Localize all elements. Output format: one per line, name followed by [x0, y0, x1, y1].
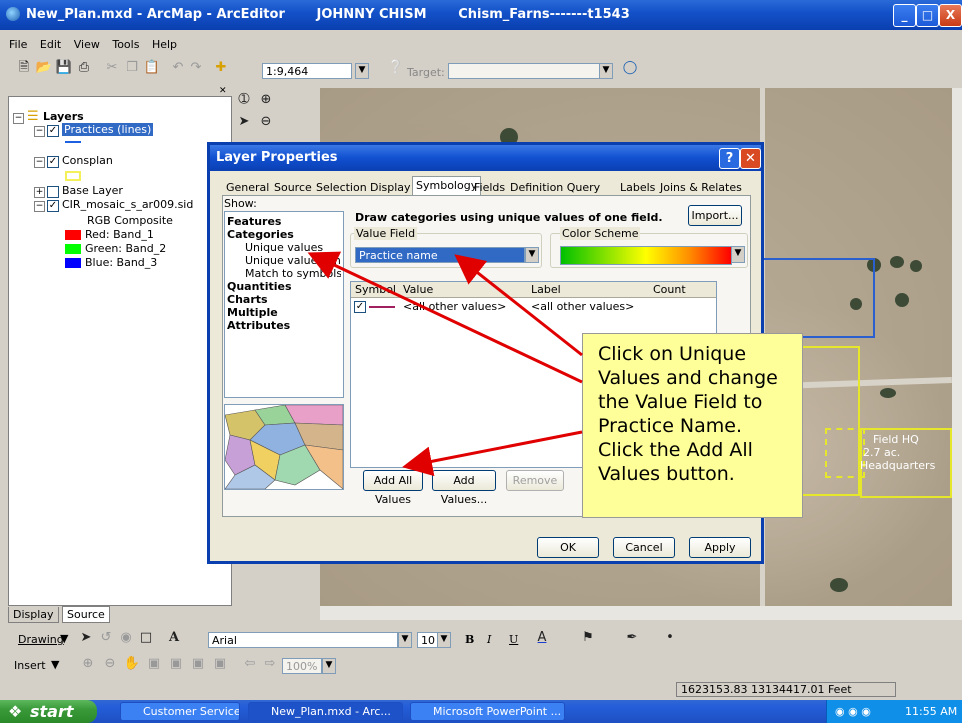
zoom-out-page-icon[interactable]: ⊖ — [100, 654, 120, 674]
arrow-to-unique-values — [307, 251, 583, 384]
font-select[interactable]: Arial — [208, 632, 398, 648]
marker-color-icon[interactable]: • — [660, 628, 680, 648]
tray-icons[interactable]: ◉ ◉ ◉ — [835, 700, 871, 723]
zoom-whole-page-icon[interactable]: ◉ — [116, 628, 136, 648]
fixed-zoom-icon[interactable]: ▣ — [188, 654, 208, 674]
layout-zoom-dropdown-icon[interactable]: ▼ — [322, 658, 336, 674]
font-size-dropdown-icon[interactable]: ▼ — [437, 632, 451, 648]
drawing-toolbar: Drawing ▼ ➤ ↺ ◉ □ A Arial ▼ 10 ▼ B I U A… — [0, 626, 962, 652]
clock: 11:55 AM — [905, 705, 958, 718]
pan-page-icon[interactable]: ✋ — [122, 654, 142, 674]
callout-arrows — [307, 251, 583, 477]
start-label: start — [30, 702, 74, 721]
rotate-icon[interactable]: ↺ — [96, 628, 116, 648]
status-bar: 1623153.83 13134417.01 Feet — [0, 681, 962, 698]
windows-taskbar: ❖ start Customer Service To... New_Plan.… — [0, 700, 962, 723]
arrow-to-value-field — [454, 254, 583, 357]
zoom-100-icon[interactable]: ▣ — [166, 654, 186, 674]
insert-menu[interactable]: Insert — [14, 659, 46, 672]
rectangle-icon[interactable]: □ — [136, 628, 156, 648]
coordinates-readout: 1623153.83 13134417.01 Feet — [676, 682, 896, 697]
font-color-icon[interactable]: A — [532, 628, 552, 648]
zoom-whole-page-layout-icon[interactable]: ▣ — [144, 654, 164, 674]
line-color-icon[interactable]: ✒ — [622, 628, 642, 648]
windows-logo-icon: ❖ — [8, 702, 23, 721]
taskbar-item-customer-service[interactable]: Customer Service To... — [120, 702, 240, 721]
drawing-menu[interactable]: Drawing — [18, 633, 64, 646]
zoom-in-page-icon[interactable]: ⊕ — [78, 654, 98, 674]
fit-page-icon[interactable]: ▣ — [210, 654, 230, 674]
arrow-to-add-all-values — [402, 430, 583, 477]
italic-button[interactable]: I — [487, 633, 491, 646]
font-dropdown-icon[interactable]: ▼ — [398, 632, 412, 648]
taskbar-item-powerpoint[interactable]: Microsoft PowerPoint ... — [410, 702, 565, 721]
layout-zoom-select[interactable]: 100% — [282, 658, 322, 674]
bold-button[interactable]: B — [465, 633, 474, 646]
back-extent-icon[interactable]: ⇦ — [240, 654, 260, 674]
insert-dropdown-icon[interactable]: ▼ — [51, 658, 59, 671]
forward-extent-icon[interactable]: ⇨ — [260, 654, 280, 674]
new-text-icon[interactable]: A — [164, 628, 184, 648]
taskbar-item-arcmap[interactable]: New_Plan.mxd - Arc... — [248, 702, 403, 721]
fill-color-icon[interactable]: ⚑ — [578, 628, 598, 648]
underline-button[interactable]: U — [509, 633, 518, 646]
select-elements-icon[interactable]: ➤ — [76, 628, 96, 648]
system-tray: ◉ ◉ ◉ 11:55 AM — [826, 700, 962, 723]
drawing-dropdown-icon[interactable]: ▼ — [60, 632, 68, 645]
start-button[interactable]: ❖ start — [0, 700, 97, 723]
insert-toolbar: Insert ▼ ⊕ ⊖ ✋ ▣ ▣ ▣ ▣ ⇦ ⇨ 100% ▼ — [0, 652, 962, 678]
